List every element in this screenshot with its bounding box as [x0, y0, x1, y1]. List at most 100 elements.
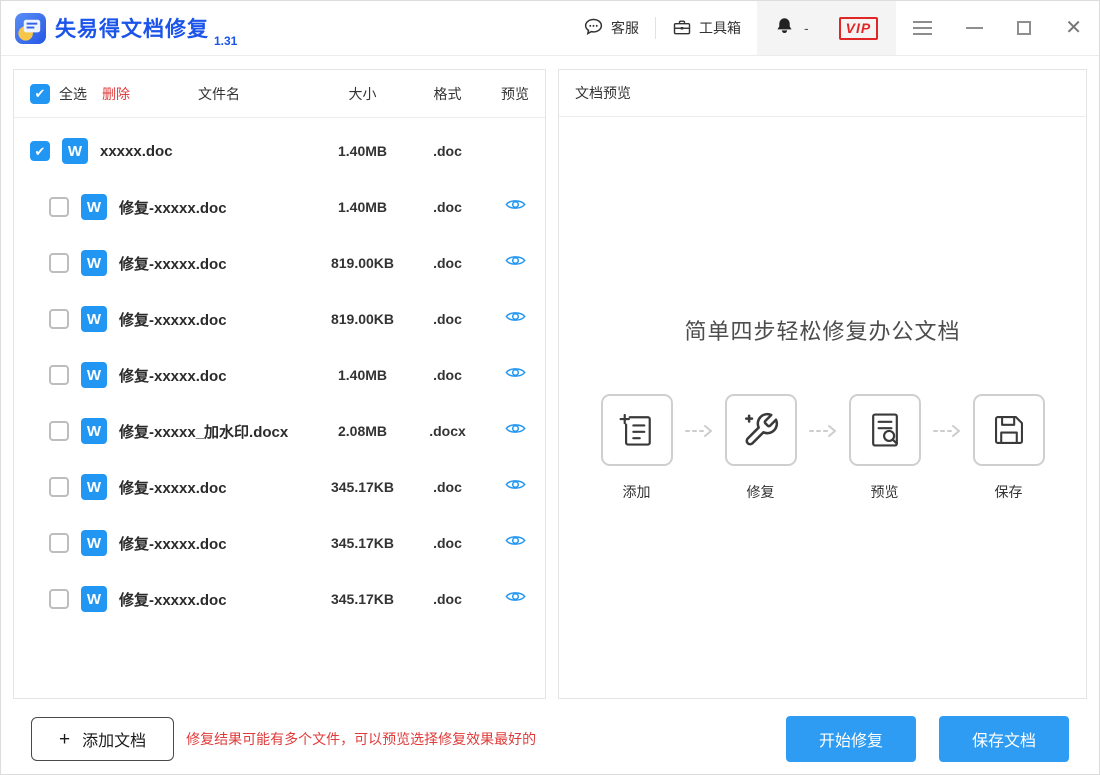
- toolbox-button[interactable]: 工具箱: [656, 1, 757, 55]
- file-name: 修复-xxxxx_加水印.docx: [119, 423, 289, 441]
- add-document-button[interactable]: + 添加文档: [31, 717, 175, 761]
- vip-badge[interactable]: VIP: [838, 16, 879, 40]
- title-bar: 失易得文档修复 1.31 客服 工具箱 - VIP ✕: [1, 1, 1099, 56]
- close-icon: ✕: [1065, 17, 1082, 39]
- document-preview-panel: 文档预览 简单四步轻松修复办公文档 添加 修复 预览 保存: [558, 69, 1087, 699]
- file-size: 345.17KB: [330, 479, 395, 495]
- arrow-icon: [684, 424, 712, 437]
- row-checkbox[interactable]: [49, 421, 69, 441]
- start-repair-button[interactable]: 开始修复: [785, 716, 916, 762]
- maximize-icon: [1017, 21, 1032, 35]
- file-row[interactable]: W 修复-xxxxx.doc 819.00KB .doc: [14, 291, 545, 347]
- hamburger-icon: [913, 21, 933, 35]
- file-row[interactable]: W 修复-xxxxx.doc 1.40MB .doc: [14, 347, 545, 403]
- steps-row: 添加 修复 预览 保存: [600, 393, 1045, 502]
- select-all-label[interactable]: 全选: [59, 84, 87, 104]
- file-row[interactable]: W 修复-xxxxx.doc 1.40MB .doc: [14, 179, 545, 235]
- word-file-icon: W: [81, 474, 107, 500]
- file-size: 1.40MB: [337, 199, 388, 215]
- delete-button[interactable]: 删除: [102, 84, 130, 104]
- file-format: .doc: [433, 535, 462, 551]
- word-file-icon: W: [81, 194, 107, 220]
- toolbox-label: 工具箱: [698, 20, 741, 36]
- arrow-icon: [932, 424, 960, 437]
- file-row[interactable]: W xxxxx.doc 1.40MB .doc: [14, 123, 545, 179]
- row-checkbox[interactable]: [49, 533, 69, 553]
- preview-eye-icon[interactable]: [504, 197, 526, 212]
- preview-eye-icon[interactable]: [504, 589, 526, 604]
- step-preview-label: 预览: [870, 483, 899, 500]
- preview-cell: [485, 477, 545, 497]
- preview-cell: [485, 365, 545, 385]
- minimize-button[interactable]: [949, 1, 1000, 55]
- row-checkbox[interactable]: [49, 197, 69, 217]
- preview-cell: [485, 421, 545, 441]
- preview-eye-icon[interactable]: [504, 533, 526, 548]
- row-checkbox[interactable]: [49, 253, 69, 273]
- word-file-icon: W: [81, 418, 107, 444]
- file-format: .doc: [433, 143, 462, 159]
- notification-bell-icon[interactable]: [775, 16, 794, 40]
- file-format: .doc: [433, 311, 462, 327]
- file-row[interactable]: W 修复-xxxxx.doc 345.17KB .doc: [14, 515, 545, 571]
- app-window: 失易得文档修复 1.31 客服 工具箱 - VIP ✕ ✔ 全选 删除 文件名 …: [0, 0, 1100, 775]
- file-row[interactable]: W 修复-xxxxx.doc 345.17KB .doc: [14, 571, 545, 627]
- preview-eye-icon[interactable]: [504, 365, 526, 380]
- preview-eye-icon[interactable]: [504, 253, 526, 268]
- preview-cell: [485, 141, 545, 161]
- app-version: 1.31: [214, 34, 238, 48]
- main-area: 全选 删除 文件名 大小 格式 预览 W xxxxx.doc 1.40MB .d…: [1, 56, 1099, 704]
- file-row[interactable]: W 修复-xxxxx_加水印.docx 2.08MB .docx: [14, 403, 545, 459]
- row-checkbox[interactable]: [49, 309, 69, 329]
- file-name: xxxxx.doc: [100, 142, 173, 160]
- app-logo-icon: [15, 12, 46, 44]
- file-list-header: 全选 删除 文件名 大小 格式 预览: [14, 70, 545, 118]
- preview-eye-icon[interactable]: [504, 309, 526, 324]
- row-checkbox[interactable]: [49, 477, 69, 497]
- close-button[interactable]: ✕: [1048, 1, 1099, 55]
- save-document-button[interactable]: 保存文档: [938, 716, 1069, 762]
- file-size: 345.17KB: [330, 591, 395, 607]
- save-icon: [972, 393, 1045, 466]
- file-size: 2.08MB: [337, 423, 388, 439]
- step-save-label: 保存: [994, 483, 1023, 500]
- footer-bar: + 添加文档 修复结果可能有多个文件，可以预览选择修复效果最好的 开始修复 保存…: [1, 704, 1099, 774]
- plus-icon: +: [59, 728, 71, 750]
- repair-icon: [724, 393, 797, 466]
- add-document-label: 添加文档: [82, 733, 147, 750]
- header-right: 客服 工具箱 - VIP ✕: [567, 1, 1099, 55]
- select-all-checkbox[interactable]: [30, 83, 50, 104]
- word-file-icon: W: [81, 530, 107, 556]
- file-name: 修复-xxxxx.doc: [119, 591, 227, 609]
- file-size: 819.00KB: [330, 255, 395, 271]
- maximize-button[interactable]: [1000, 1, 1048, 55]
- preview-cell: [485, 309, 545, 329]
- file-format: .doc: [433, 199, 462, 215]
- step-repair: 修复: [724, 393, 797, 502]
- file-size: 1.40MB: [337, 143, 388, 159]
- row-checkbox[interactable]: [49, 365, 69, 385]
- step-repair-label: 修复: [746, 483, 775, 500]
- file-size: 819.00KB: [330, 311, 395, 327]
- preview-cell: [485, 533, 545, 553]
- file-row[interactable]: W 修复-xxxxx.doc 819.00KB .doc: [14, 235, 545, 291]
- step-add-label: 添加: [622, 483, 651, 500]
- file-format: .docx: [429, 423, 466, 439]
- chat-bubble-icon: [583, 16, 604, 40]
- file-row[interactable]: W 修复-xxxxx.doc 345.17KB .doc: [14, 459, 545, 515]
- column-header-filename: 文件名: [198, 85, 240, 102]
- word-file-icon: W: [81, 362, 107, 388]
- menu-button[interactable]: [896, 1, 949, 55]
- row-checkbox[interactable]: [30, 141, 50, 161]
- customer-service-button[interactable]: 客服: [567, 1, 655, 55]
- arrow-icon: [808, 424, 836, 437]
- preview-eye-icon[interactable]: [504, 421, 526, 436]
- row-checkbox[interactable]: [49, 589, 69, 609]
- preview-cell: [485, 253, 545, 273]
- file-name: 修复-xxxxx.doc: [119, 535, 227, 553]
- minimize-icon: [966, 27, 984, 29]
- account-area[interactable]: - VIP: [756, 1, 897, 55]
- file-format: .doc: [433, 367, 462, 383]
- preview-eye-icon[interactable]: [504, 477, 526, 492]
- toolbox-icon: [672, 17, 692, 40]
